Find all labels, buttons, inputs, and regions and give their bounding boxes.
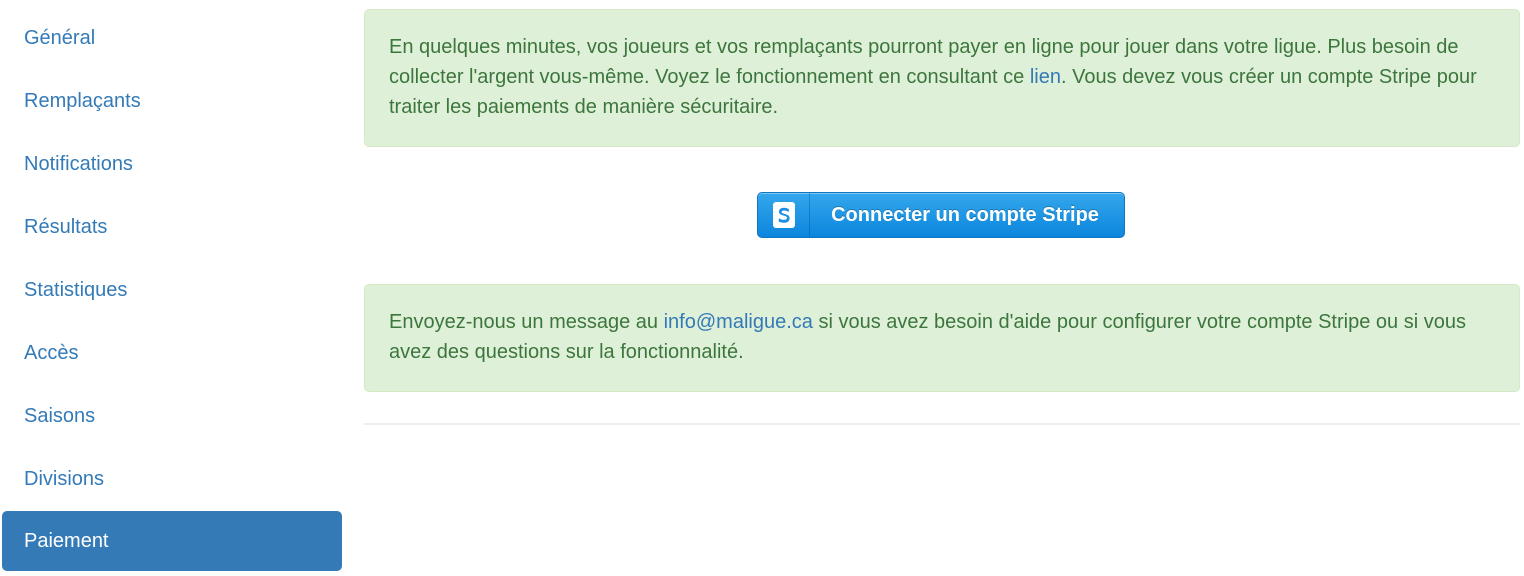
how-it-works-link[interactable]: lien <box>1030 66 1061 88</box>
connect-stripe-label: Connecter un compte Stripe <box>831 203 1099 226</box>
sidebar-item-payment[interactable]: Paiement <box>2 511 342 571</box>
sidebar-item-access[interactable]: Accès <box>2 322 342 385</box>
settings-sidebar: Général Remplaçants Notifications Résult… <box>2 7 342 571</box>
help-text-start: Envoyez-nous un message au <box>389 311 664 333</box>
payment-panel: En quelques minutes, vos joueurs et vos … <box>364 9 1520 425</box>
stripe-s-icon <box>758 193 810 237</box>
stripe-info-alert: En quelques minutes, vos joueurs et vos … <box>364 9 1520 147</box>
sidebar-item-general[interactable]: Général <box>2 7 342 70</box>
support-email-link[interactable]: info@maligue.ca <box>664 311 813 333</box>
help-alert: Envoyez-nous un message au info@maligue.… <box>364 284 1520 392</box>
page: Général Remplaçants Notifications Résult… <box>0 0 1524 576</box>
stripe-button-row: Connecter un compte Stripe <box>364 192 1520 239</box>
section-divider <box>364 423 1520 425</box>
sidebar-item-seasons[interactable]: Saisons <box>2 385 342 448</box>
sidebar-item-divisions[interactable]: Divisions <box>2 448 342 511</box>
sidebar-item-statistics[interactable]: Statistiques <box>2 259 342 322</box>
sidebar-item-results[interactable]: Résultats <box>2 196 342 259</box>
connect-stripe-button[interactable]: Connecter un compte Stripe <box>757 192 1125 238</box>
sidebar-item-replacements[interactable]: Remplaçants <box>2 70 342 133</box>
sidebar-item-notifications[interactable]: Notifications <box>2 133 342 196</box>
